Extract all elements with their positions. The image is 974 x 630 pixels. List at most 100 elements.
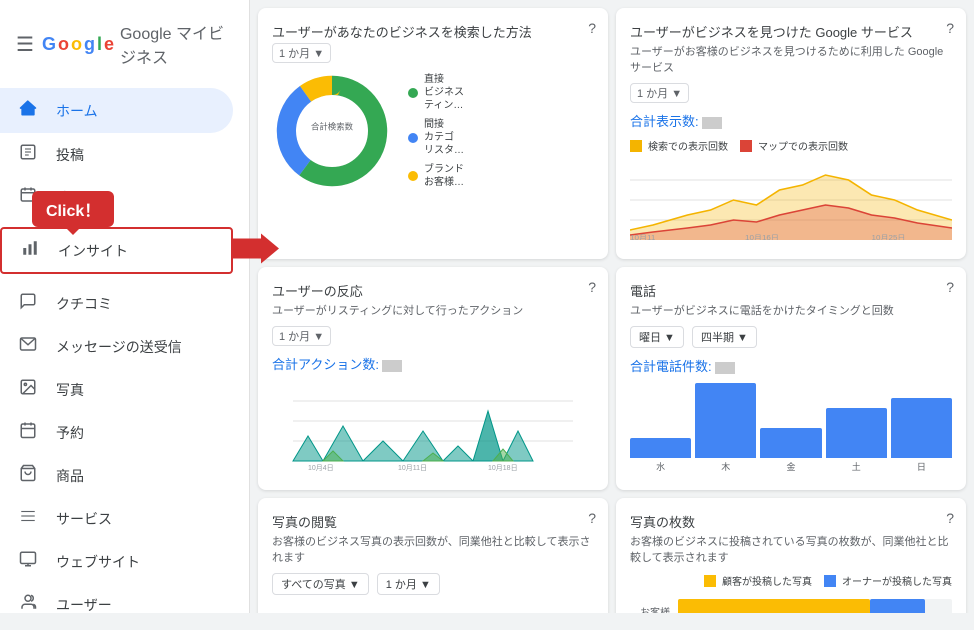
bar-group-thu: 木	[695, 383, 756, 473]
phone-filter2[interactable]: 四半期 ▼	[692, 326, 757, 348]
sidebar-item-insights[interactable]: Click！ インサイト	[0, 227, 233, 274]
legend-box-map	[740, 140, 752, 152]
card-user-reaction: ? ユーザーの反応 ユーザーがリスティングに対して行ったアクション 1 か月 ▼…	[258, 267, 608, 490]
sidebar-item-users[interactable]: ユーザー	[0, 583, 233, 626]
sidebar: ☰ Google Google マイビジネス ホーム 投稿 情報	[0, 0, 250, 613]
legend-item-brand: ブランドお客様…	[408, 163, 464, 189]
sidebar-item-products-label: 商品	[56, 466, 84, 486]
sidebar-item-services[interactable]: サービス	[0, 497, 233, 540]
bar-sat	[826, 408, 887, 458]
donut-chart: 合計検索数	[272, 71, 392, 191]
legend-box-owner	[824, 575, 836, 587]
google-service-help-icon[interactable]: ?	[946, 20, 954, 36]
svg-text:10月11日: 10月11日	[398, 464, 427, 471]
user-reaction-subtitle: ユーザーがリスティングに対して行ったアクション	[272, 302, 594, 318]
sidebar-item-home[interactable]: ホーム	[0, 88, 233, 133]
sidebar-item-insights-label: インサイト	[58, 241, 128, 261]
phone-help-icon[interactable]: ?	[946, 279, 954, 295]
h-bar-yellow-customer	[678, 599, 870, 613]
user-reaction-help-icon[interactable]: ?	[588, 279, 596, 295]
svg-text:10月11: 10月11	[630, 234, 655, 240]
phone-filters: 曜日 ▼ 四半期 ▼	[630, 326, 952, 348]
main-content: ユーザーがあなたのビジネスを検索した方法 1 か月 ▼ ? 合計検索数 直接ビジ…	[250, 0, 974, 613]
legend-dot-direct	[408, 88, 418, 98]
bar-label-sat: 土	[852, 460, 861, 473]
legend-label-indirect: 間接カテゴリスタ…	[424, 118, 464, 157]
bar-group-wed: 水	[630, 438, 691, 473]
sidebar-item-posts-label: 投稿	[56, 145, 84, 165]
google-service-chart: 10月11 10月16日 10月25日	[630, 160, 952, 240]
posts-icon	[16, 143, 40, 166]
google-service-stat-label: 合計表示数:	[630, 114, 699, 129]
search-method-period[interactable]: 1 か月 ▼	[272, 43, 331, 63]
sidebar-item-reviews[interactable]: クチコミ	[0, 282, 233, 325]
legend-label-brand: ブランドお客様…	[424, 163, 464, 189]
hamburger-icon[interactable]: ☰	[16, 32, 34, 57]
user-reaction-stat: 合計アクション数: ■■■	[272, 354, 594, 373]
sidebar-item-messages[interactable]: メッセージの送受信	[0, 325, 233, 368]
google-service-subtitle: ユーザーがお客様のビジネスを見つけるために利用した Google サービス	[630, 43, 952, 75]
sidebar-item-users-label: ユーザー	[56, 595, 112, 615]
sidebar-item-messages-label: メッセージの送受信	[56, 337, 182, 357]
home-icon	[16, 98, 40, 123]
legend-search: 検索での表示回数	[630, 138, 728, 153]
legend-label-customer: 顧客が投稿した写真	[722, 573, 812, 588]
phone-bar-chart: 水 木 金 土 日	[630, 383, 952, 473]
legend-map: マップでの表示回数	[740, 138, 848, 153]
google-service-stat: 合計表示数: ■■■	[630, 111, 952, 130]
card-phone: ? 電話 ユーザーがビジネスに電話をかけたタイミングと回数 曜日 ▼ 四半期 ▼…	[616, 267, 966, 490]
google-service-period[interactable]: 1 か月 ▼	[630, 83, 689, 103]
h-bar-label-customer: お客様	[630, 604, 670, 614]
photo-views-help-icon[interactable]: ?	[588, 510, 596, 526]
bar-label-wed: 水	[656, 460, 665, 473]
donut-container: 合計検索数 直接ビジネスティン… 間接カテゴリスタ… ブランドお客様…	[272, 71, 594, 191]
phone-stat: 合計電話件数: ■■■	[630, 356, 952, 375]
messages-icon	[16, 335, 40, 358]
google-service-title: ユーザーがビジネスを見つけた Google サービス	[630, 22, 952, 41]
user-reaction-period[interactable]: 1 か月 ▼	[272, 326, 331, 346]
sidebar-item-bookings-label: 予約	[56, 423, 84, 443]
sidebar-item-reviews-label: クチコミ	[56, 294, 112, 314]
sidebar-item-website[interactable]: ウェブサイト	[0, 540, 233, 583]
insights-icon	[18, 239, 42, 262]
phone-subtitle: ユーザーがビジネスに電話をかけたタイミングと回数	[630, 302, 952, 318]
svg-text:10月18日: 10月18日	[488, 464, 518, 471]
legend-label-search: 検索での表示回数	[648, 138, 728, 153]
svg-text:10月16日: 10月16日	[745, 234, 779, 240]
h-bar-row-customer: お客様	[630, 599, 952, 613]
logo-text: Google マイビジネス	[120, 20, 233, 68]
photo-views-filter1[interactable]: すべての写真 ▼	[272, 573, 369, 595]
reviews-icon	[16, 292, 40, 315]
google-logo: Google Google マイビジネス	[42, 20, 233, 68]
phone-stat-label: 合計電話件数:	[630, 359, 712, 374]
photo-views-filters: すべての写真 ▼ 1 か月 ▼	[272, 573, 594, 595]
user-reaction-chart: 10月4日 10月11日 10月18日	[272, 381, 594, 471]
legend-item-direct: 直接ビジネスティン…	[408, 73, 464, 112]
photo-views-filter2[interactable]: 1 か月 ▼	[377, 573, 440, 595]
sidebar-item-home-label: ホーム	[56, 101, 98, 121]
sidebar-item-photos[interactable]: 写真	[0, 368, 233, 411]
bar-label-sun: 日	[917, 460, 926, 473]
sidebar-item-bookings[interactable]: 予約	[0, 411, 233, 454]
sidebar-item-photos-label: 写真	[56, 380, 84, 400]
card-photo-count: ? 写真の枚数 お客様のビジネスに投稿されている写真の枚数が、同業他社と比較して…	[616, 498, 966, 613]
phone-filter1[interactable]: 曜日 ▼	[630, 326, 684, 348]
bar-fri	[760, 428, 821, 458]
legend-dot-indirect	[408, 133, 418, 143]
click-label: Click！	[46, 203, 100, 220]
arrow-right	[231, 233, 279, 268]
services-icon	[16, 507, 40, 530]
legend-label-map: マップでの表示回数	[758, 138, 848, 153]
legend-label-owner: オーナーが投稿した写真	[842, 573, 952, 588]
bookings-icon	[16, 421, 40, 444]
bar-wed	[630, 438, 691, 458]
search-method-help-icon[interactable]: ?	[588, 20, 596, 36]
photo-count-help-icon[interactable]: ?	[946, 510, 954, 526]
sidebar-item-products[interactable]: 商品	[0, 454, 233, 497]
sidebar-item-posts[interactable]: 投稿	[0, 133, 233, 176]
h-bar-container: お客様 同業他社	[630, 599, 952, 613]
products-icon	[16, 464, 40, 487]
sidebar-header: ☰ Google Google マイビジネス	[0, 8, 249, 84]
card-google-service: ユーザーがビジネスを見つけた Google サービス ユーザーがお客様のビジネス…	[616, 8, 966, 259]
donut-center-label: 合計検索数	[311, 122, 354, 132]
